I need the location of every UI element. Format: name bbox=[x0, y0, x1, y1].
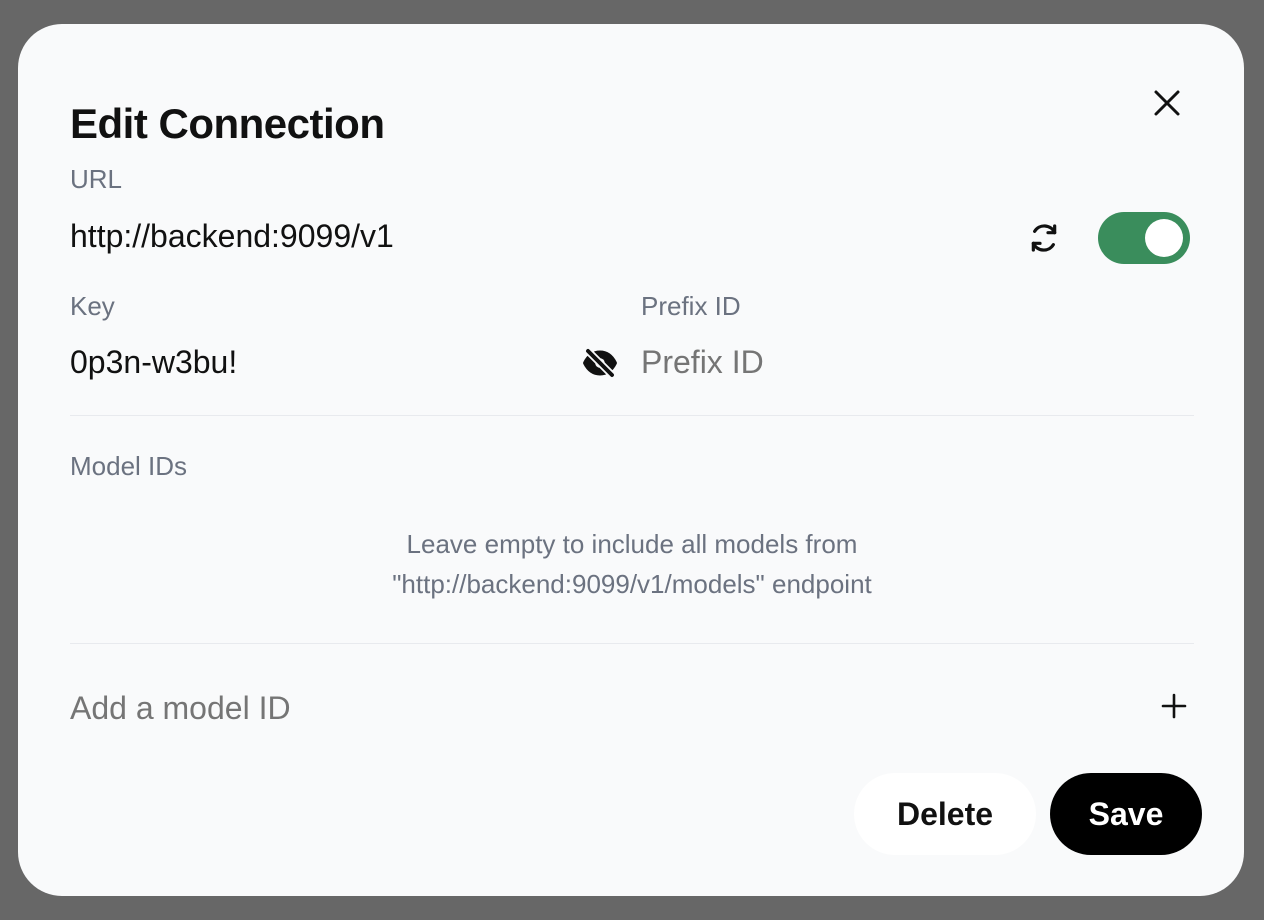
toggle-key-visibility-button[interactable] bbox=[579, 342, 621, 384]
url-label: URL bbox=[70, 164, 123, 194]
add-model-button[interactable] bbox=[1156, 688, 1192, 724]
delete-button[interactable]: Delete bbox=[854, 773, 1036, 855]
modal-title: Edit Connection bbox=[70, 100, 385, 147]
edit-connection-modal: Edit Connection URL http://backend:9099/… bbox=[18, 24, 1244, 896]
key-label: Key bbox=[70, 291, 115, 321]
key-input[interactable]: 0p3n-w3bu! bbox=[70, 344, 237, 381]
connection-enabled-toggle[interactable] bbox=[1098, 212, 1190, 264]
close-icon bbox=[1154, 90, 1180, 116]
model-ids-label: Model IDs bbox=[70, 451, 188, 481]
model-ids-hint-line-2: "http://backend:9099/v1/models" endpoint bbox=[392, 569, 872, 599]
prefix-id-label: Prefix ID bbox=[641, 291, 741, 321]
add-model-id-input[interactable] bbox=[70, 687, 1070, 729]
model-ids-hint-line-1: Leave empty to include all models from bbox=[406, 529, 858, 559]
plus-icon bbox=[1161, 693, 1187, 719]
close-button[interactable] bbox=[1146, 82, 1188, 124]
divider bbox=[70, 643, 1194, 644]
refresh-icon bbox=[1031, 224, 1057, 252]
prefix-id-input[interactable] bbox=[641, 341, 1181, 383]
verify-connection-button[interactable] bbox=[1024, 218, 1064, 258]
divider bbox=[70, 415, 1194, 416]
url-input[interactable]: http://backend:9099/v1 bbox=[70, 218, 394, 255]
toggle-knob bbox=[1145, 219, 1183, 257]
model-ids-hint: Leave empty to include all models from "… bbox=[70, 524, 1194, 604]
eye-off-icon bbox=[583, 347, 617, 379]
save-button[interactable]: Save bbox=[1050, 773, 1202, 855]
